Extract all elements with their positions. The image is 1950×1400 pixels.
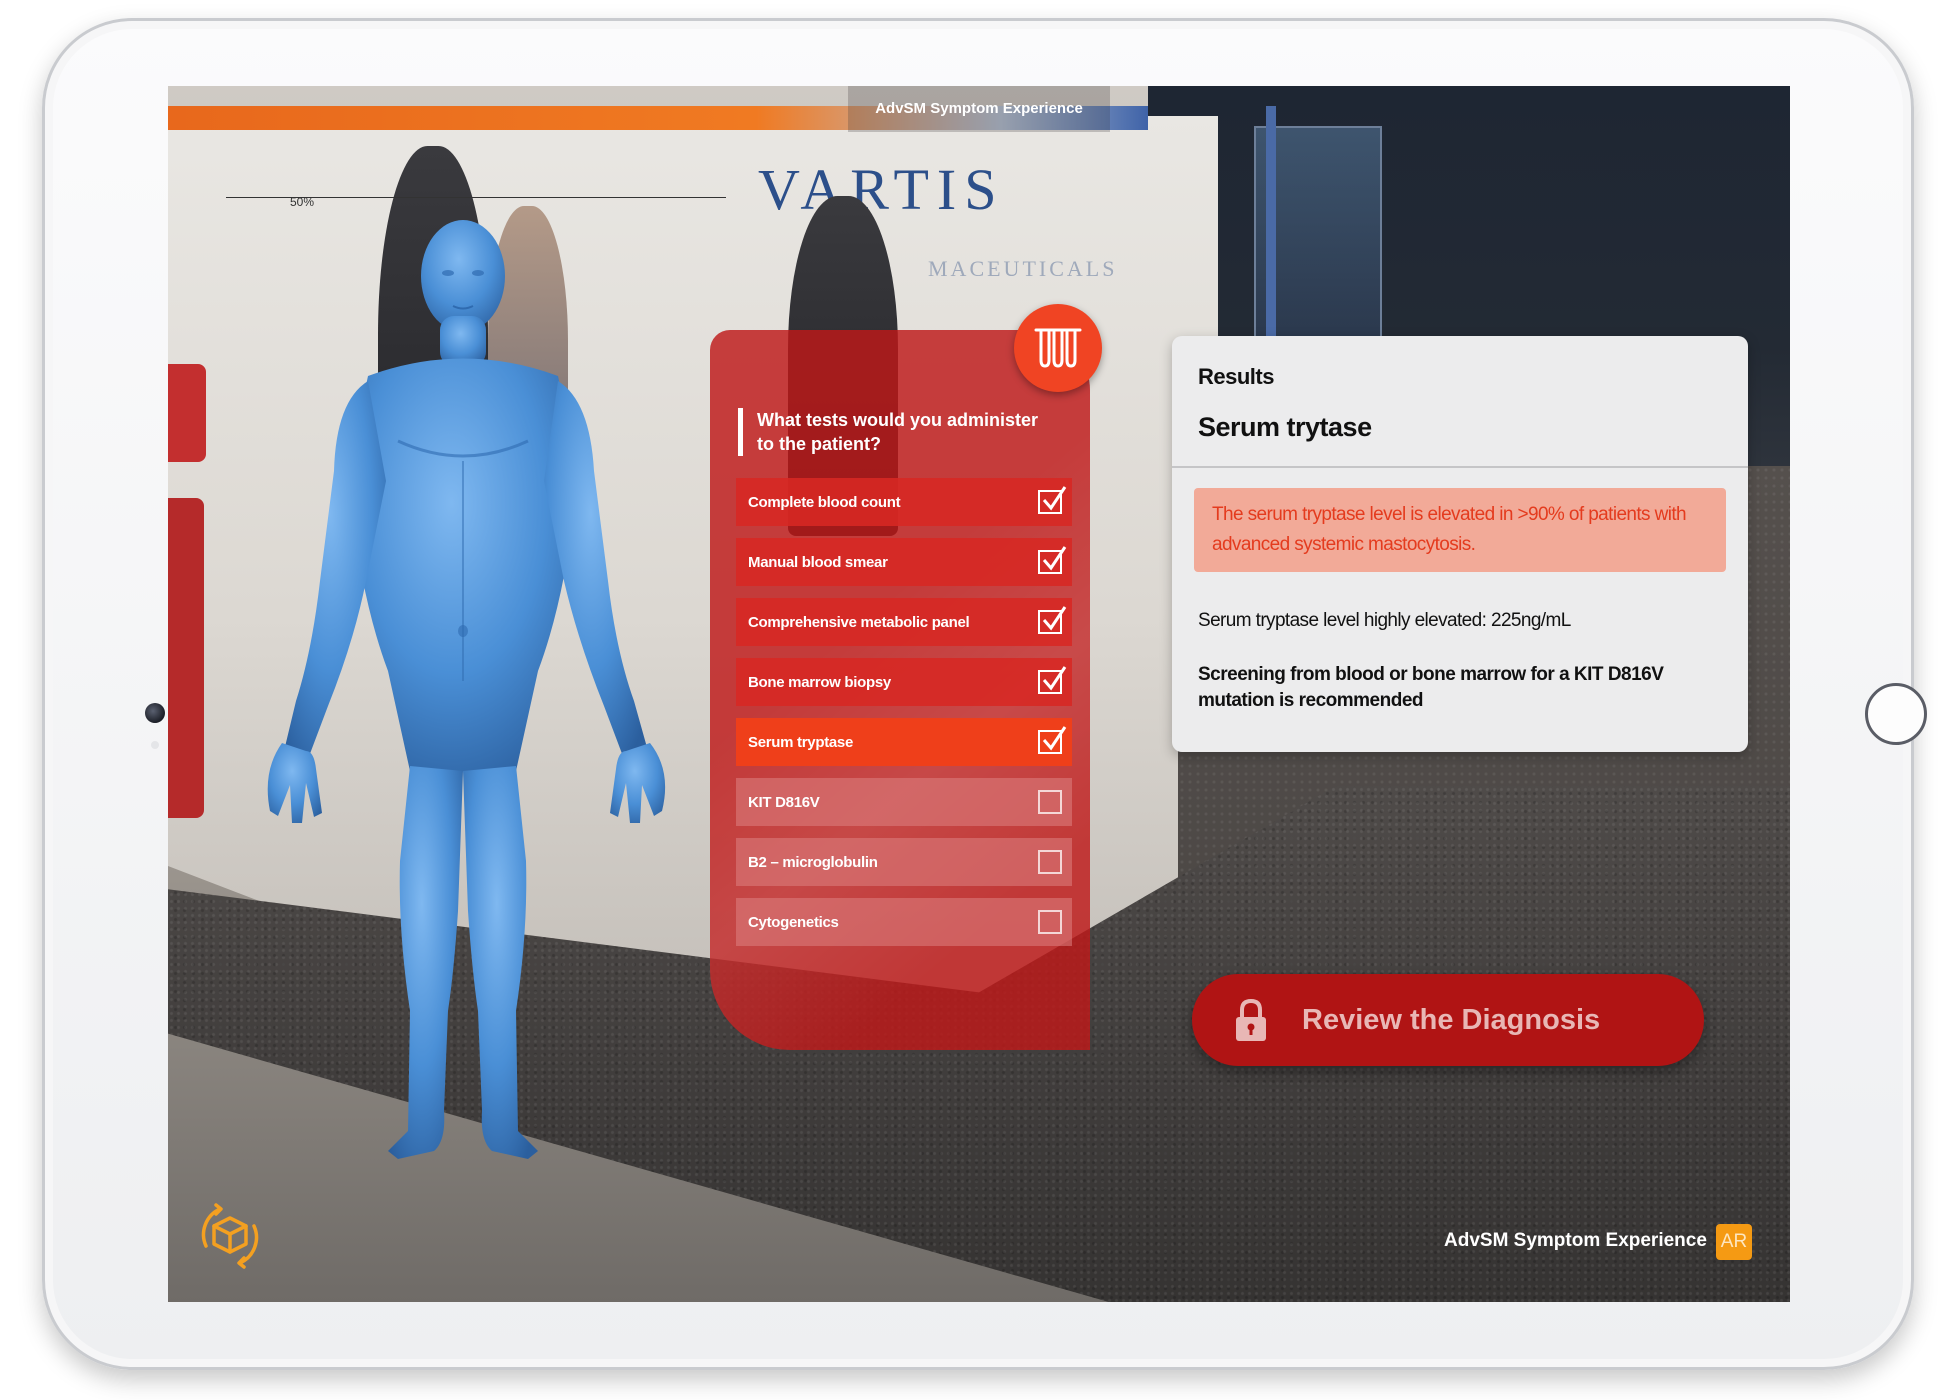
- ar-screen: VARTIS MACEUTICALS 50% AdvSM Symptom Exp…: [168, 86, 1790, 1302]
- lock-icon: [1236, 998, 1266, 1041]
- ar-badge[interactable]: AR: [1716, 1224, 1752, 1260]
- test-item-b2-microglobulin[interactable]: B2 – microglobulin: [736, 838, 1072, 886]
- checkmark-icon: [1042, 486, 1067, 511]
- test-tubes-icon: [1034, 328, 1082, 368]
- light-sensor: [151, 741, 159, 749]
- checkmark-icon: [1042, 726, 1067, 751]
- results-recommendation: Screening from blood or bone marrow for …: [1198, 664, 1664, 711]
- test-item-label: KIT D816V: [748, 793, 820, 811]
- test-item-label: Serum tryptase: [748, 733, 854, 751]
- test-checkbox[interactable]: [1038, 850, 1062, 874]
- test-item-cytogenetics[interactable]: Cytogenetics: [736, 898, 1072, 946]
- review-diagnosis-button[interactable]: Review the Diagnosis: [1192, 974, 1704, 1066]
- test-item-label: Complete blood count: [748, 493, 901, 511]
- test-item-label: Comprehensive metabolic panel: [748, 613, 970, 631]
- footer-title: AdvSM Symptom Experience: [1444, 1230, 1707, 1251]
- checkmark-icon: [1042, 546, 1067, 571]
- background-red-panel: [168, 498, 204, 818]
- results-header: Results Serum trytase: [1172, 336, 1748, 468]
- test-checkbox[interactable]: [1038, 486, 1067, 514]
- test-item-kit-d816v[interactable]: KIT D816V: [736, 778, 1072, 826]
- test-checkbox[interactable]: [1038, 606, 1067, 634]
- test-tubes-badge: [1014, 304, 1102, 392]
- checkmark-icon: [1042, 606, 1067, 631]
- front-camera: [145, 703, 165, 723]
- tests-list: Complete blood count Manual blood smear …: [736, 478, 1072, 958]
- test-checkbox[interactable]: [1038, 546, 1067, 574]
- test-item-manual-blood-smear[interactable]: Manual blood smear: [736, 538, 1072, 586]
- rotate-3d-icon[interactable]: [190, 1196, 270, 1276]
- results-title: Serum trytase: [1198, 412, 1372, 442]
- background-pillar: [1266, 106, 1276, 366]
- background-red-panel: [168, 364, 206, 462]
- home-button[interactable]: [1865, 683, 1927, 745]
- test-item-complete-blood-count[interactable]: Complete blood count: [736, 478, 1072, 526]
- tests-question: What tests would you administer to the p…: [738, 408, 1057, 456]
- test-checkbox[interactable]: [1038, 726, 1067, 754]
- test-checkbox[interactable]: [1038, 666, 1067, 694]
- test-item-label: Cytogenetics: [748, 913, 839, 931]
- test-item-serum-tryptase[interactable]: Serum tryptase: [736, 718, 1072, 766]
- test-item-comprehensive-metabolic-panel[interactable]: Comprehensive metabolic panel: [736, 598, 1072, 646]
- test-item-bone-marrow-biopsy[interactable]: Bone marrow biopsy: [736, 658, 1072, 706]
- review-diagnosis-label: Review the Diagnosis: [1302, 1003, 1601, 1036]
- test-item-label: Bone marrow biopsy: [748, 673, 891, 691]
- background-logo-sub: MACEUTICALS: [928, 256, 1118, 281]
- test-item-label: Manual blood smear: [748, 553, 888, 571]
- background-logo: VARTIS: [758, 157, 1005, 222]
- scale-label: 50%: [290, 195, 315, 209]
- results-label: Results: [1198, 364, 1274, 389]
- test-item-label: B2 – microglobulin: [748, 853, 878, 871]
- test-checkbox[interactable]: [1038, 790, 1062, 814]
- results-card: Results Serum trytase The serum tryptase…: [1172, 336, 1748, 752]
- results-alert: The serum tryptase level is elevated in …: [1194, 488, 1726, 572]
- checkmark-icon: [1042, 666, 1067, 691]
- test-checkbox[interactable]: [1038, 910, 1062, 934]
- results-value: Serum tryptase level highly elevated: 22…: [1198, 610, 1571, 631]
- app-title: AdvSM Symptom Experience: [848, 86, 1110, 132]
- body-model[interactable]: [248, 211, 688, 1191]
